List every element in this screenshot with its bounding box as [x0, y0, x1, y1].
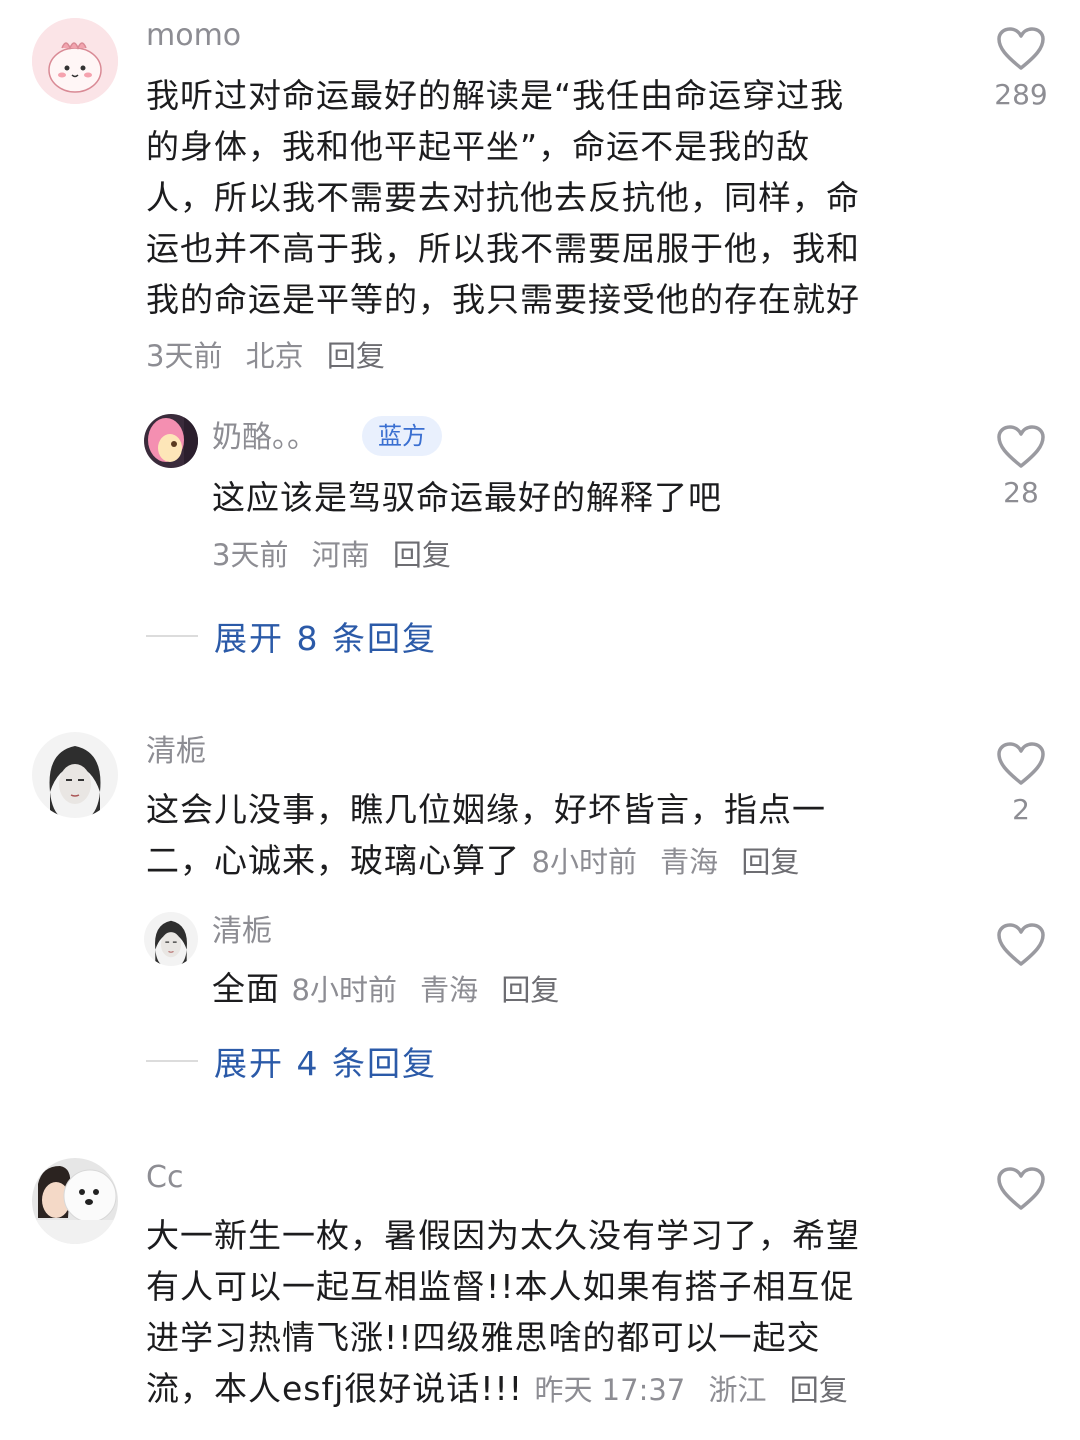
like-button[interactable]: 289 [986, 26, 1056, 111]
comment-time: 3天前 [146, 339, 223, 373]
like-count: 2 [1012, 793, 1030, 826]
heart-icon [997, 1167, 1045, 1210]
username[interactable]: 清栀 [146, 734, 206, 770]
username[interactable]: momo [146, 18, 241, 54]
comment-text-line: 人，所以我不需要去对抗他去反抗他，同样，命 [146, 178, 860, 217]
heart-icon [997, 742, 1045, 785]
comment-text: 大一新生一枚，暑假因为太久没有学习了，希望 有人可以一起互相监督!!本人如果有搭… [146, 1210, 956, 1416]
avatar[interactable] [144, 912, 198, 966]
comment-location: 浙江 [708, 1373, 767, 1407]
reply-time: 3天前 [212, 538, 289, 572]
reply-meta: 3天前 河南 回复 [212, 537, 465, 573]
comment-text-line: 流，本人esfj很好说话!!! 昨天 17:37 浙江 回复 [146, 1363, 956, 1416]
reply-text: 这应该是驾驭命运最好的解释了吧 [212, 478, 722, 517]
comment-meta: 昨天 17:37 浙江 回复 [534, 1373, 861, 1407]
avatar[interactable] [144, 414, 198, 468]
like-count: 28 [1003, 476, 1039, 509]
expand-replies-button[interactable]: 展开 4 条回复 [146, 1041, 437, 1083]
comment-time: 昨天 17:37 [534, 1373, 686, 1407]
comment-location: 青海 [660, 845, 719, 879]
expand-replies-label[interactable]: 展开 8 条回复 [214, 612, 437, 660]
like-button[interactable] [986, 922, 1056, 968]
reply-meta: 8小时前 青海 回复 [292, 973, 574, 1007]
comment-meta: 8小时前 青海 回复 [532, 845, 814, 879]
reply-location: 青海 [420, 973, 479, 1007]
heart-icon [997, 923, 1045, 966]
avatar[interactable] [32, 1158, 118, 1244]
expand-replies-button[interactable]: 展开 8 条回复 [146, 616, 437, 658]
pink-bunny-avatar-icon [32, 18, 118, 104]
comment-text: 我听过对命运最好的解读是“我任由命运穿过我 的身体，我和他平起平坐”，命运不是我… [146, 70, 946, 325]
reply-text: 全面 [212, 969, 280, 1008]
comment-text-line: 我听过对命运最好的解读是“我任由命运穿过我 [146, 76, 845, 115]
comment-text-line: 我的命运是平等的，我只需要接受他的存在就好 [146, 280, 860, 319]
person-with-dog-avatar-icon [32, 1158, 118, 1244]
comment-text-line: 二，心诚来，玻璃心算了 [146, 841, 520, 880]
like-count: 289 [994, 78, 1048, 111]
comment-text: 这会儿没事，瞧几位姻缘，好坏皆言，指点一 二，心诚来，玻璃心算了 8小时前 青海… [146, 784, 946, 888]
reply-button[interactable]: 回复 [327, 339, 385, 373]
heart-icon [997, 425, 1045, 468]
reply-button[interactable]: 回复 [741, 845, 799, 879]
reply-text-row: 全面 8小时前 青海 回复 [212, 963, 573, 1016]
comment-text-line: 这会儿没事，瞧几位姻缘，好坏皆言，指点一 [146, 790, 826, 829]
ink-portrait-avatar-icon [32, 732, 118, 818]
comment-text-line: 大一新生一枚，暑假因为太久没有学习了，希望 [146, 1216, 860, 1255]
divider [146, 1060, 198, 1062]
reply-button[interactable]: 回复 [393, 538, 451, 572]
comment-text-line: 进学习热情飞涨!!四级雅思啥的都可以一起交 [146, 1318, 821, 1357]
author-side-tag: 蓝方 [362, 416, 442, 456]
username[interactable]: 奶酪。。 [212, 420, 317, 456]
comment-text-line: 流，本人esfj很好说话!!! [146, 1369, 523, 1408]
pony-avatar-icon [144, 414, 198, 468]
like-button[interactable] [986, 1166, 1056, 1212]
comment-text-line: 运也并不高于我，所以我不需要屈服于他，我和 [146, 229, 860, 268]
comment-text-line: 的身体，我和他平起平坐”，命运不是我的敌 [146, 127, 811, 166]
comment-meta: 3天前 北京 回复 [146, 338, 399, 374]
reply-button[interactable]: 回复 [790, 1373, 848, 1407]
avatar[interactable] [32, 732, 118, 818]
heart-icon [997, 27, 1045, 70]
ink-portrait-avatar-icon [144, 912, 198, 966]
like-button[interactable]: 28 [986, 424, 1056, 509]
comment-time: 8小时前 [531, 845, 637, 879]
username[interactable]: Cc [146, 1160, 183, 1196]
comment-location: 北京 [245, 339, 304, 373]
comment-text-line: 二，心诚来，玻璃心算了 8小时前 青海 回复 [146, 835, 946, 888]
like-button[interactable]: 2 [986, 741, 1056, 826]
reply-button[interactable]: 回复 [501, 973, 559, 1007]
expand-replies-label[interactable]: 展开 4 条回复 [214, 1037, 437, 1085]
avatar[interactable] [32, 18, 118, 104]
reply-time: 8小时前 [291, 973, 397, 1007]
reply-location: 河南 [311, 538, 370, 572]
divider [146, 635, 198, 637]
username[interactable]: 清栀 [212, 914, 272, 950]
comment-text-line: 有人可以一起互相监督!!本人如果有搭子相互促 [146, 1267, 855, 1306]
